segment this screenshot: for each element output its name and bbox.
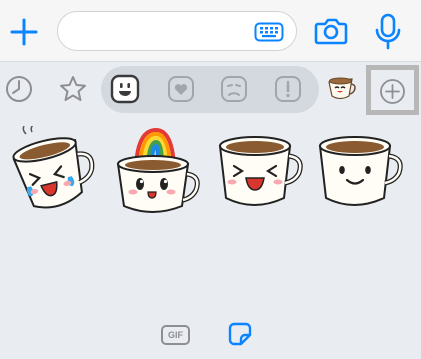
sticker-icon[interactable] xyxy=(227,321,253,347)
coffee-cup-smiling-sticker[interactable] xyxy=(314,130,404,220)
keyboard-icon[interactable] xyxy=(254,22,284,42)
star-icon[interactable] xyxy=(58,74,88,104)
smile-face-icon[interactable] xyxy=(110,74,140,104)
sad-face-icon[interactable] xyxy=(219,74,249,104)
coffee-cup-laughing-sticker[interactable] xyxy=(214,132,304,222)
clock-icon[interactable] xyxy=(4,74,34,104)
sticker-grid xyxy=(0,116,421,316)
emoji-filter-group xyxy=(101,66,319,113)
gif-button[interactable]: GIF xyxy=(161,325,190,345)
exclamation-icon[interactable] xyxy=(273,74,303,104)
coffee-cup-rainbow-sticker[interactable] xyxy=(112,126,202,216)
sticker-category-bar xyxy=(0,62,421,116)
heart-icon[interactable] xyxy=(166,74,196,104)
add-sticker-tab[interactable] xyxy=(366,65,419,115)
message-input-bar xyxy=(0,0,421,62)
add-circle-icon xyxy=(380,79,405,104)
camera-icon[interactable] xyxy=(314,16,348,46)
microphone-icon[interactable] xyxy=(374,13,402,51)
message-input[interactable] xyxy=(57,11,297,51)
coffee-pack-icon[interactable] xyxy=(326,74,358,102)
coffee-cup-laughing-tears-sticker[interactable] xyxy=(10,124,100,216)
plus-icon[interactable] xyxy=(9,17,39,47)
